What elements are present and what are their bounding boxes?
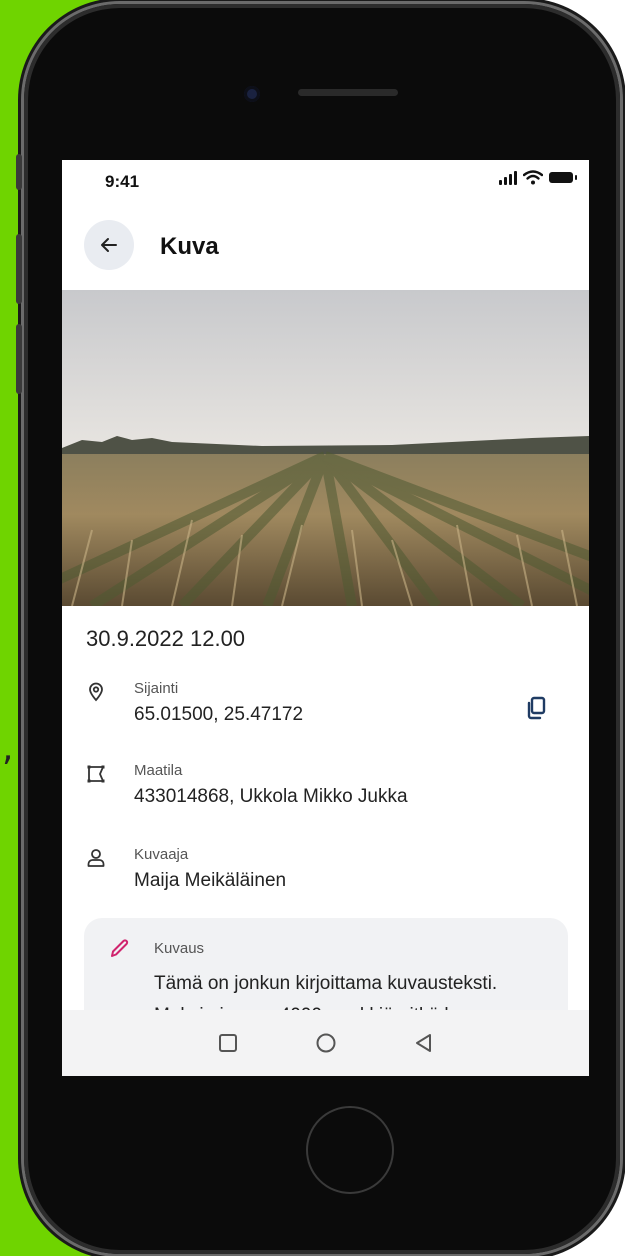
back-nav-button[interactable] <box>411 1030 437 1056</box>
pencil-icon <box>111 939 129 957</box>
copy-coordinates-button[interactable] <box>522 694 550 722</box>
volume-up-button <box>16 234 22 304</box>
home-button[interactable] <box>306 1106 394 1194</box>
recents-button[interactable] <box>215 1030 241 1056</box>
description-label: Kuvaus <box>154 940 205 957</box>
home-nav-button[interactable] <box>313 1030 339 1056</box>
location-label: Sijainti <box>134 680 179 697</box>
app-screen: 9:41 Kuva 30.9.2022 12.00 Sijainti 65.01… <box>62 160 589 1076</box>
cornfield-photo[interactable] <box>62 290 589 606</box>
app-header: Kuva <box>62 206 589 290</box>
location-pin-icon <box>89 682 103 702</box>
android-nav-bar <box>62 1010 589 1076</box>
status-time: 9:41 <box>105 172 140 191</box>
arrow-left-icon <box>101 238 117 252</box>
location-value: 65.01500, 25.47172 <box>134 704 304 725</box>
front-camera <box>244 86 260 102</box>
earpiece-speaker <box>298 89 398 96</box>
square-icon <box>218 1034 237 1052</box>
photographer-value: Maija Meikäläinen <box>134 870 287 891</box>
signal-icon <box>499 170 517 185</box>
copy-icon <box>527 696 546 720</box>
background-text: , <box>2 728 14 769</box>
triangle-back-icon <box>415 1034 431 1052</box>
volume-down-button <box>16 324 22 394</box>
farm-boundary-icon <box>87 765 105 783</box>
back-button[interactable] <box>84 220 134 270</box>
photographer-label: Kuvaaja <box>134 846 189 863</box>
battery-icon <box>549 172 577 183</box>
circle-icon <box>316 1033 335 1053</box>
status-bar: 9:41 <box>62 160 589 206</box>
mute-switch <box>16 154 22 190</box>
photo-datetime: 30.9.2022 12.00 <box>86 626 246 651</box>
page-title: Kuva <box>160 233 219 260</box>
farm-value: 433014868, Ukkola Mikko Jukka <box>134 786 408 807</box>
status-icons <box>499 170 577 185</box>
farm-label: Maatila <box>134 762 183 779</box>
user-icon <box>87 849 105 867</box>
wifi-icon <box>523 170 543 185</box>
